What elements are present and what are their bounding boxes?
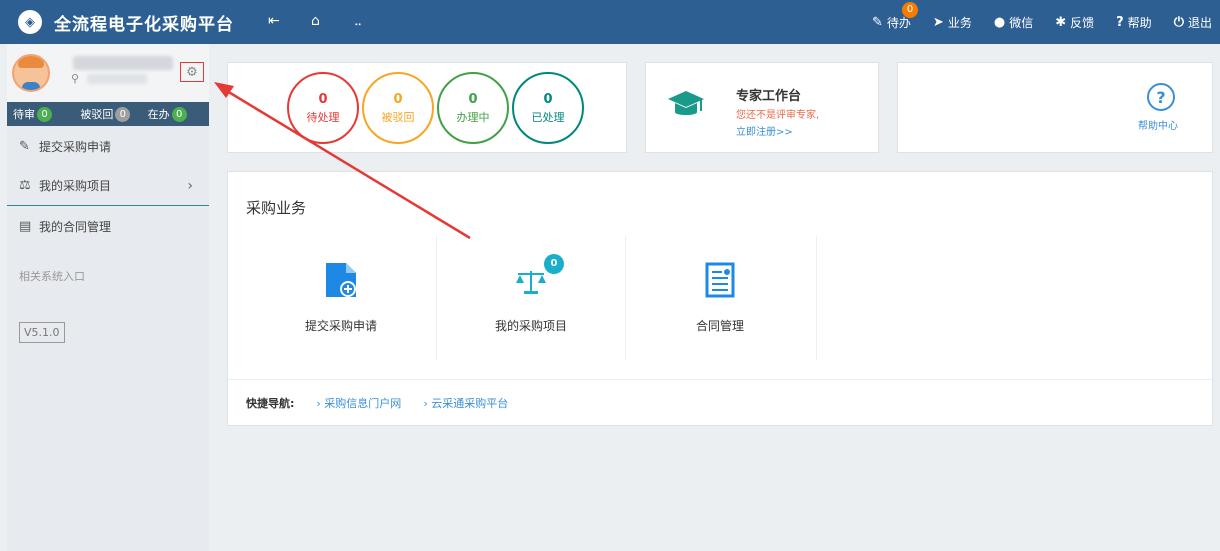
question-icon: ? <box>1116 14 1124 30</box>
top-header: ◈ 全流程电子化采购平台 ⇤ ⌂ ⣀ ✎ 待办 0 ➤ 业务 ● 微信 ✱ 反馈… <box>0 0 1220 44</box>
location-redacted <box>87 74 147 84</box>
status-label: 已处理 <box>531 110 565 124</box>
nav-help-label: 帮助 <box>1127 15 1152 30</box>
chart-icon[interactable]: ⣀ <box>354 13 362 26</box>
version-label: V5.1.0 <box>19 322 65 343</box>
sidebar-item-submit-request[interactable]: ✎ 提交采购申请 <box>7 126 209 166</box>
status-label: 在办 <box>147 108 170 121</box>
quick-link-portal[interactable]: › 采购信息门户网 <box>316 395 401 411</box>
location-pin-icon: ⚲ <box>71 72 80 85</box>
wechat-icon: ● <box>993 14 1006 30</box>
divider <box>816 236 817 360</box>
nav-wechat-label: 微信 <box>1009 15 1034 30</box>
expert-title: 专家工作台 <box>736 89 802 104</box>
business-title: 采购业务 <box>246 199 307 217</box>
register-link[interactable]: 立即注册>> <box>736 123 793 138</box>
contract-icon <box>705 262 735 298</box>
power-icon: ⏻ <box>1173 14 1184 30</box>
user-profile: ⚲ ⚙ <box>7 44 209 102</box>
nav-business[interactable]: ➤ 业务 <box>933 14 972 31</box>
scale-icon: ⚖ <box>19 178 31 193</box>
sidebar-item-label: 我的采购项目 <box>39 179 112 193</box>
status-circle-processing[interactable]: 0 办理中 <box>437 72 509 144</box>
nav-wechat[interactable]: ● 微信 <box>994 14 1033 31</box>
contract-icon: ▤ <box>19 218 32 234</box>
nav-logout[interactable]: ⏻ 退出 <box>1174 14 1212 31</box>
status-label: 被驳回 <box>381 110 415 124</box>
scale-icon <box>516 271 546 294</box>
nav-help[interactable]: ? 帮助 <box>1116 14 1152 31</box>
status-label: 待审 <box>13 108 35 121</box>
status-label: 待处理 <box>306 110 340 124</box>
status-count: 0 <box>37 106 52 122</box>
related-systems-label: 相关系统入口 <box>19 270 85 283</box>
todo-badge: 0 <box>902 1 918 18</box>
status-label: 被驳回 <box>80 108 114 121</box>
help-question-icon[interactable]: ? <box>1147 83 1175 111</box>
home-icon[interactable]: ⌂ <box>311 13 320 29</box>
nav-business-label: 业务 <box>947 15 972 30</box>
quick-nav-title: 快捷导航: <box>246 396 295 410</box>
status-circle-pending[interactable]: 0 待处理 <box>287 72 359 144</box>
biz-item-label: 合同管理 <box>695 319 744 333</box>
chevron-right-icon: › <box>187 177 193 194</box>
nav-todo[interactable]: ✎ 待办 0 <box>872 1 918 31</box>
help-center-card: ? 帮助中心 <box>897 62 1213 153</box>
status-label: 办理中 <box>456 110 490 124</box>
procurement-business-card: 采购业务 提交采购申请 0 我的采购项目 合同管理 快捷导航: › 采购信息门户… <box>227 171 1213 426</box>
status-summary-card: 0 待处理 0 被驳回 0 办理中 0 已处理 <box>227 62 627 153</box>
nav-feedback-label: 反馈 <box>1070 15 1095 30</box>
sidebar-item-label: 提交采购申请 <box>39 139 112 154</box>
nav-logout-label: 退出 <box>1187 15 1212 30</box>
biz-contracts[interactable]: 合同管理 <box>625 236 815 360</box>
app-title: 全流程电子化采购平台 <box>54 14 234 35</box>
app-logo: ◈ <box>18 10 42 34</box>
project-badge: 0 <box>544 254 564 274</box>
edit-square-icon: ✎ <box>19 138 30 154</box>
expert-workbench-card: 专家工作台 您还不是评审专家, 立即注册>> <box>645 62 879 153</box>
biz-item-label: 我的采购项目 <box>494 319 567 333</box>
quick-nav: 快捷导航: › 采购信息门户网 › 云采通采购平台 <box>228 379 1212 425</box>
nav-feedback[interactable]: ✱ 反馈 <box>1055 14 1094 31</box>
username-redacted <box>73 56 173 70</box>
file-add-icon <box>326 263 356 297</box>
sidebar-item-my-projects[interactable]: ⚖ 我的采购项目 › <box>7 166 209 206</box>
top-nav: ✎ 待办 0 ➤ 业务 ● 微信 ✱ 反馈 ? 帮助 ⏻ 退出 <box>850 0 1212 44</box>
quick-link-cloud-platform[interactable]: › 云采通采购平台 <box>423 395 508 411</box>
biz-my-projects[interactable]: 0 我的采购项目 <box>436 236 626 360</box>
biz-submit-request[interactable]: 提交采购申请 <box>246 236 436 360</box>
graduation-cap-icon <box>668 91 704 115</box>
status-num: 0 <box>318 91 328 107</box>
status-circle-done[interactable]: 0 已处理 <box>512 72 584 144</box>
status-num: 0 <box>393 91 403 107</box>
status-count: 0 <box>115 106 131 122</box>
sidebar-status-row: 待审 0 被驳回 0 在办 0 <box>7 102 209 126</box>
status-count: 0 <box>171 106 187 122</box>
edit-icon: ✎ <box>872 14 883 30</box>
status-in-progress[interactable]: 在办 0 <box>142 106 209 122</box>
collapse-sidebar-icon[interactable]: ⇤ <box>268 13 280 29</box>
status-pending-review[interactable]: 待审 0 <box>7 106 74 122</box>
settings-gear-icon[interactable]: ⚙ <box>180 62 204 82</box>
bug-icon: ✱ <box>1055 14 1067 30</box>
status-circle-rejected[interactable]: 0 被驳回 <box>362 72 434 144</box>
status-num: 0 <box>543 91 553 107</box>
sidebar-item-label: 我的合同管理 <box>39 219 112 234</box>
help-center-link[interactable]: 帮助中心 <box>1138 117 1178 132</box>
status-num: 0 <box>468 91 478 107</box>
biz-item-label: 提交采购申请 <box>304 319 377 333</box>
sidebar: ⚲ ⚙ 待审 0 被驳回 0 在办 0 ✎ 提交采购申请 ⚖ 我的采购项目 › … <box>7 44 209 551</box>
status-rejected[interactable]: 被驳回 0 <box>74 106 141 122</box>
sidebar-item-contracts[interactable]: ▤ 我的合同管理 <box>7 206 209 246</box>
expert-desc: 您还不是评审专家, <box>736 110 820 121</box>
avatar[interactable] <box>12 54 50 92</box>
send-icon: ➤ <box>932 14 944 30</box>
